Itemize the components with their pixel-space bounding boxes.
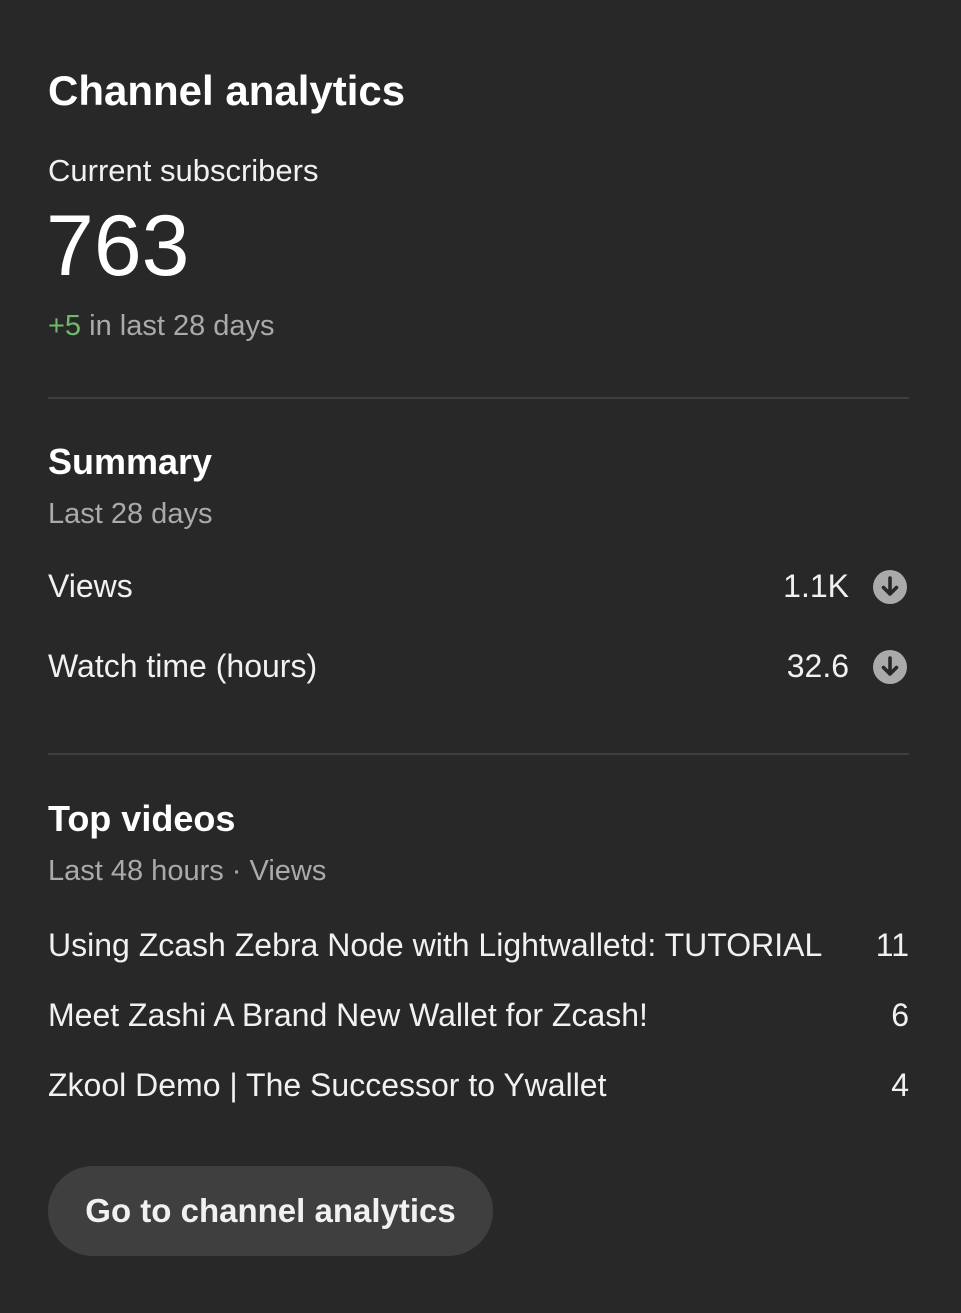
metric-value: 32.6 <box>786 648 849 684</box>
top-videos-subtitle: Last 48 hours · Views <box>48 855 327 887</box>
metric-label: Watch time (hours) <box>48 648 318 684</box>
top-videos-title: Top videos <box>48 798 236 839</box>
go-to-channel-analytics-button[interactable]: Go to channel analytics <box>48 1166 493 1256</box>
video-views: 11 <box>875 927 909 963</box>
subscribers-change: +5 in last 28 days <box>48 308 275 344</box>
metric-label: Views <box>48 568 133 604</box>
video-views: 4 <box>891 1067 909 1103</box>
subscribers-label: Current subscribers <box>48 153 319 188</box>
metric-row-views: Views 1.1K <box>48 564 909 608</box>
video-title-link[interactable]: Meet Zashi A Brand New Wallet for Zcash! <box>48 993 648 1037</box>
video-views: 6 <box>891 997 909 1033</box>
divider <box>48 753 909 755</box>
top-video-item[interactable]: Zkool Demo | The Successor to Ywallet 4 <box>48 1063 909 1107</box>
metric-value: 1.1K <box>783 568 849 604</box>
subscribers-change-period: in last 28 days <box>81 310 275 342</box>
arrow-down-circle-icon <box>873 650 907 684</box>
arrow-down-circle-icon <box>873 570 907 604</box>
top-video-item[interactable]: Using Zcash Zebra Node with Lightwalletd… <box>48 923 909 967</box>
divider <box>48 397 909 399</box>
card-title: Channel analytics <box>48 67 406 114</box>
video-title-link[interactable]: Using Zcash Zebra Node with Lightwalletd… <box>48 923 822 967</box>
metric-row-watch-time: Watch time (hours) 32.6 <box>48 644 909 688</box>
summary-period: Last 28 days <box>48 498 213 530</box>
channel-analytics-card: Channel analytics Current subscribers 76… <box>0 0 961 1313</box>
subscribers-change-value: +5 <box>48 310 82 342</box>
summary-title: Summary <box>48 441 213 482</box>
subscribers-count: 763 <box>46 198 190 294</box>
top-video-item[interactable]: Meet Zashi A Brand New Wallet for Zcash!… <box>48 993 909 1037</box>
video-title-link[interactable]: Zkool Demo | The Successor to Ywallet <box>48 1063 606 1107</box>
